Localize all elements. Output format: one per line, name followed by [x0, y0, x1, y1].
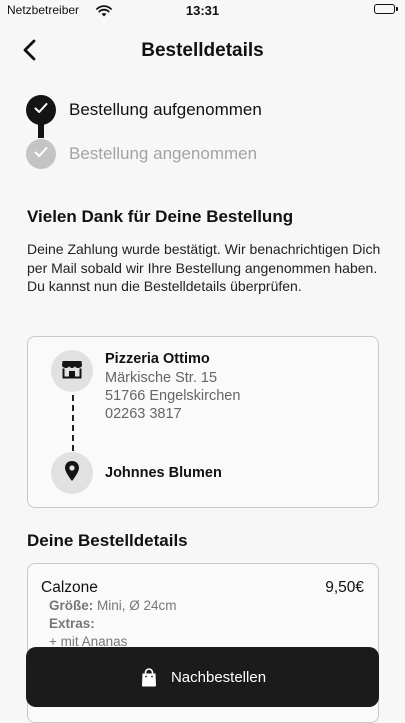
- step-label: Bestellung angenommen: [69, 144, 258, 163]
- nav-bar: Bestelldetails: [0, 30, 405, 74]
- shop-name: Pizzeria Ottimo: [105, 351, 210, 367]
- order-details-heading: Deine Bestelldetails: [27, 531, 188, 550]
- confirmation-text: Deine Zahlung wurde bestätigt. Wir benac…: [27, 241, 381, 294]
- shopping-bag-icon: [139, 667, 159, 687]
- destination-name: Johnnes Blumen: [105, 465, 222, 481]
- reorder-button[interactable]: Nachbestellen: [26, 647, 379, 707]
- status-bar: Netzbetreiber 13:31: [0, 0, 405, 24]
- confirmation-heading: Vielen Dank für Deine Bestellung: [27, 207, 294, 226]
- item-price: 9,50€: [325, 579, 364, 596]
- checkmark-icon: [34, 101, 48, 119]
- status-time: 13:31: [185, 3, 220, 18]
- store-icon-circle: [51, 350, 93, 392]
- battery-icon: [374, 4, 395, 14]
- item-name: Calzone: [41, 579, 98, 596]
- item-extras-label: Extras:: [49, 616, 95, 631]
- store-icon: [61, 359, 83, 384]
- step-done-indicator: [26, 95, 56, 125]
- checkmark-icon: [34, 145, 48, 163]
- pin-icon-circle: [51, 452, 93, 494]
- item-size-value: Mini, Ø 24cm: [97, 598, 177, 613]
- route-dashed-line: [72, 395, 74, 451]
- step-pending-indicator: [26, 139, 56, 169]
- location-pin-icon: [64, 460, 80, 487]
- item-size: Größe: Mini, Ø 24cm: [49, 598, 177, 613]
- shop-phone[interactable]: 02263 3817: [105, 406, 182, 422]
- battery-tip: [396, 7, 398, 11]
- route-card: Pizzeria Ottimo Märkische Str. 15 51766 …: [27, 336, 379, 508]
- step-label: Bestellung aufgenommen: [69, 100, 262, 119]
- shop-city: 51766 Engelskirchen: [105, 388, 241, 404]
- page-title: Bestelldetails: [141, 40, 264, 61]
- shop-street: Märkische Str. 15: [105, 370, 218, 386]
- item-size-label: Größe:: [49, 598, 94, 613]
- reorder-label: Nachbestellen: [170, 668, 267, 686]
